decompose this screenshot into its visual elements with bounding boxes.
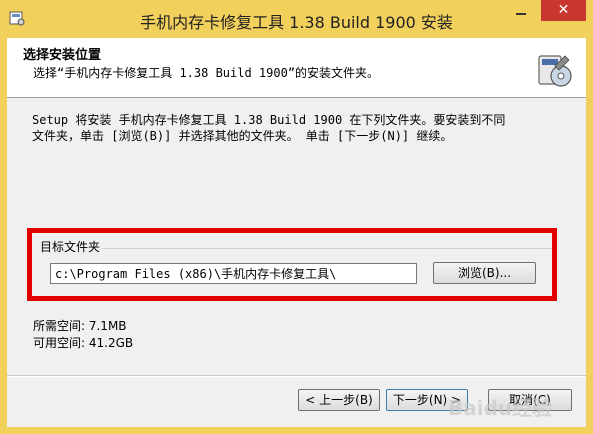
window-frame-right bbox=[586, 38, 593, 434]
required-space-text: 所需空间: 7.1MB bbox=[33, 319, 127, 333]
title-bar: 手机内存卡修复工具 1.38 Build 1900 安装 ✕ bbox=[0, 0, 593, 38]
highlight-annotation-box bbox=[27, 228, 557, 301]
setup-disc-icon bbox=[538, 55, 572, 87]
minimize-button[interactable] bbox=[508, 3, 534, 18]
description-line-1: Setup 将安装 手机内存卡修复工具 1.38 Build 1900 在下列文… bbox=[32, 113, 506, 127]
window-frame-left bbox=[0, 38, 7, 434]
description-line-2: 文件夹，单击 [浏览(B)] 并选择其他的文件夹。 单击 [下一步(N)] 继续… bbox=[32, 129, 453, 143]
install-description: Setup 将安装 手机内存卡修复工具 1.38 Build 1900 在下列文… bbox=[32, 112, 572, 144]
window-frame-bottom bbox=[0, 427, 593, 434]
back-button[interactable]: < 上一步(B) bbox=[298, 389, 380, 411]
close-button[interactable]: ✕ bbox=[541, 0, 586, 21]
page-title: 选择安装位置 bbox=[23, 48, 102, 63]
window-title: 手机内存卡修复工具 1.38 Build 1900 安装 bbox=[140, 13, 453, 32]
watermark-logo: Baidu经验 bbox=[448, 396, 553, 420]
available-space-text: 可用空间: 41.2GB bbox=[33, 336, 134, 350]
wizard-header: 选择安装位置 选择“手机内存卡修复工具 1.38 Build 1900”的安装文… bbox=[7, 38, 586, 98]
footer-separator bbox=[7, 375, 586, 377]
page-subtitle: 选择“手机内存卡修复工具 1.38 Build 1900”的安装文件夹。 bbox=[33, 66, 380, 80]
